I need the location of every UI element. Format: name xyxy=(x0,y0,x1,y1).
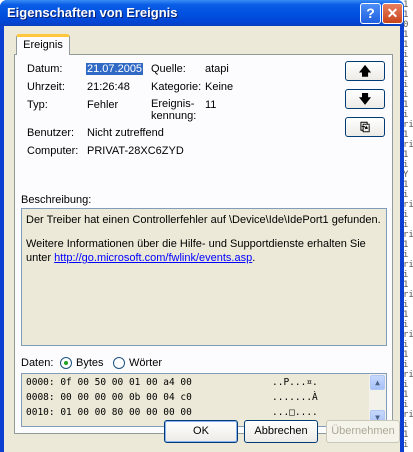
copy-icon: ⎘ xyxy=(360,120,370,134)
uhrzeit-label: Uhrzeit: xyxy=(27,81,65,93)
description-text-area[interactable]: Der Treiber hat einen Controllerfehler a… xyxy=(21,208,387,346)
properties-dialog: Eigenschaften von Ereignis ? ✕ Ereignis … xyxy=(0,0,404,452)
description-line-3-prefix: unter xyxy=(26,252,55,264)
tab-panel: Datum: 21.07.2005 Quelle: atapi Uhrzeit:… xyxy=(14,54,393,434)
next-event-button[interactable]: 🡇 xyxy=(345,89,385,109)
cancel-button[interactable]: Abbrechen xyxy=(244,420,318,443)
kategorie-value: Keine xyxy=(205,81,234,93)
scroll-up-icon[interactable]: ▲ xyxy=(370,375,385,390)
uhrzeit-value: 21:26:48 xyxy=(87,81,130,93)
arrow-down-icon: 🡇 xyxy=(358,92,372,106)
description-label: Beschreibung: xyxy=(21,194,92,206)
ok-button[interactable]: OK xyxy=(164,420,238,443)
kennung-label-line2: kennung: xyxy=(151,110,197,122)
kennung-value: 11 xyxy=(205,99,217,111)
hex-row: 0010: 01 00 00 80 00 00 00 00 xyxy=(26,407,192,418)
description-line-2: Weitere Informationen über die Hilfe- un… xyxy=(26,238,366,250)
title-bar[interactable]: Eigenschaften von Ereignis ? ✕ xyxy=(0,0,404,26)
help-button[interactable]: ? xyxy=(360,3,381,24)
words-radio[interactable] xyxy=(113,357,125,369)
hex-ascii: .......À xyxy=(272,392,318,403)
background-window-strip: 1 1 0 1 1 i i 1 i i 1 i ri 1 ri 1 i Y 1 i ri i i ri 1 i ri i 1 ri i 1 i r… xyxy=(403,0,413,452)
description-line-3-suffix: . xyxy=(252,252,256,264)
quelle-value: atapi xyxy=(205,63,229,75)
data-hex-view[interactable]: 0000: 0f 00 50 00 01 00 a4 00 ..P...¤. 0… xyxy=(21,373,387,427)
dialog-client-area: Ereignis Datum: 21.07.2005 Quelle: atapi… xyxy=(4,26,400,452)
words-radio-label[interactable]: Wörter xyxy=(129,357,162,369)
bytes-radio[interactable] xyxy=(60,357,72,369)
tab-ereignis[interactable]: Ereignis xyxy=(16,34,70,55)
benutzer-label: Benutzer: xyxy=(27,127,75,139)
typ-label: Typ: xyxy=(27,99,48,111)
description-line-1: Der Treiber hat einen Controllerfehler a… xyxy=(26,214,381,226)
close-icon: ✕ xyxy=(386,5,399,21)
copy-button[interactable]: ⎘ xyxy=(345,117,385,137)
hex-ascii: ...□.... xyxy=(272,407,318,418)
datum-label: Datum: xyxy=(27,63,63,75)
description-line-3: unter http://go.microsoft.com/fwlink/eve… xyxy=(26,251,382,265)
data-label: Daten: xyxy=(21,357,54,369)
window-title: Eigenschaften von Ereignis xyxy=(7,5,178,20)
previous-event-button[interactable]: 🡅 xyxy=(345,61,385,81)
hex-row: 0000: 0f 00 50 00 01 00 a4 00 xyxy=(26,377,192,388)
hex-scrollbar[interactable]: ▲ ▼ xyxy=(369,374,386,426)
benutzer-value: Nicht zutreffend xyxy=(87,127,164,139)
hex-row: 0008: 00 00 00 00 0b 00 04 c0 xyxy=(26,392,192,403)
kategorie-label: Kategorie: xyxy=(151,81,202,93)
close-button[interactable]: ✕ xyxy=(382,3,403,24)
help-icon: ? xyxy=(366,5,375,21)
datum-value[interactable]: 21.07.2005 xyxy=(86,63,144,75)
computer-label: Computer: xyxy=(27,145,79,157)
bytes-radio-label[interactable]: Bytes xyxy=(76,357,104,369)
apply-button[interactable]: Übernehmen xyxy=(326,420,400,443)
typ-value: Fehler xyxy=(87,99,119,111)
quelle-label: Quelle: xyxy=(151,63,186,75)
hex-ascii: ..P...¤. xyxy=(272,377,318,388)
computer-value: PRIVAT-28XC6ZYD xyxy=(87,145,184,157)
kennung-label-line1: Ereignis- xyxy=(151,98,195,110)
arrow-up-icon: 🡅 xyxy=(358,64,372,78)
help-link[interactable]: http://go.microsoft.com/fwlink/events.as… xyxy=(54,252,252,264)
